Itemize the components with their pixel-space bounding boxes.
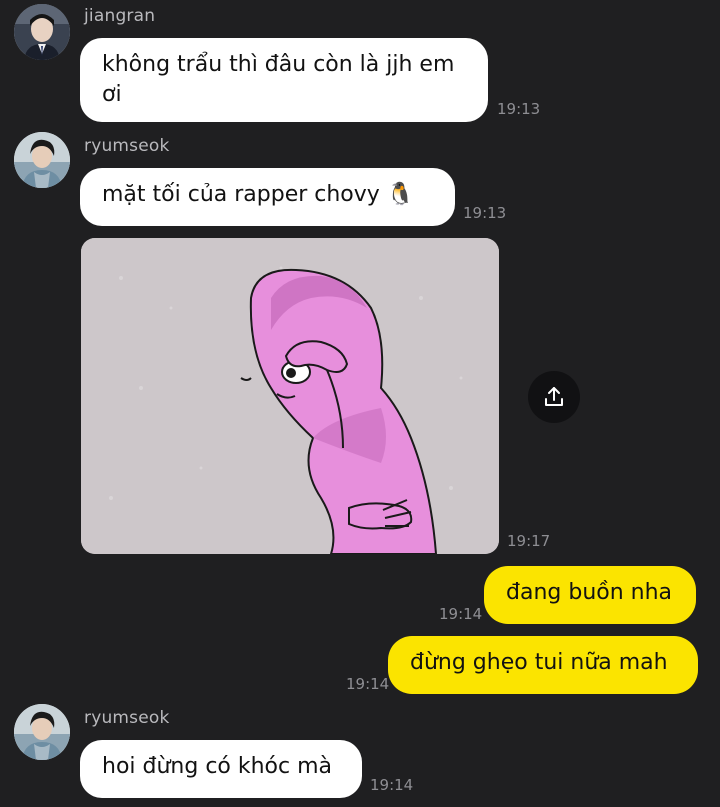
share-button[interactable] (528, 371, 580, 423)
message-timestamp: 19:14 (370, 776, 414, 794)
message-bubble[interactable]: không trẩu thì đâu còn là jjh em ơi (80, 38, 488, 122)
message-timestamp: 19:13 (463, 204, 507, 222)
message-timestamp: 19:17 (507, 532, 551, 550)
message-bubble[interactable]: hoi đừng có khóc mà (80, 740, 362, 798)
sender-name: ryumseok (84, 708, 170, 728)
meme-drawing (81, 238, 499, 554)
sender-name: ryumseok (84, 136, 170, 156)
message-bubble-outgoing[interactable]: đang buồn nha (484, 566, 696, 624)
message-bubble-outgoing[interactable]: đừng ghẹo tui nữa mah (388, 636, 698, 694)
message-timestamp: 19:14 (346, 675, 390, 693)
avatar-ryumseok[interactable] (14, 132, 70, 188)
avatar-jiangran[interactable] (14, 4, 70, 60)
avatar-ryumseok[interactable] (14, 704, 70, 760)
sender-name: jiangran (84, 6, 156, 26)
message-bubble[interactable]: mặt tối của rapper chovy 🐧 (80, 168, 455, 226)
message-timestamp: 19:14 (439, 605, 483, 623)
share-upload-icon (545, 387, 563, 406)
message-timestamp: 19:13 (497, 100, 541, 118)
sad-pink-meme-image[interactable] (81, 238, 499, 554)
